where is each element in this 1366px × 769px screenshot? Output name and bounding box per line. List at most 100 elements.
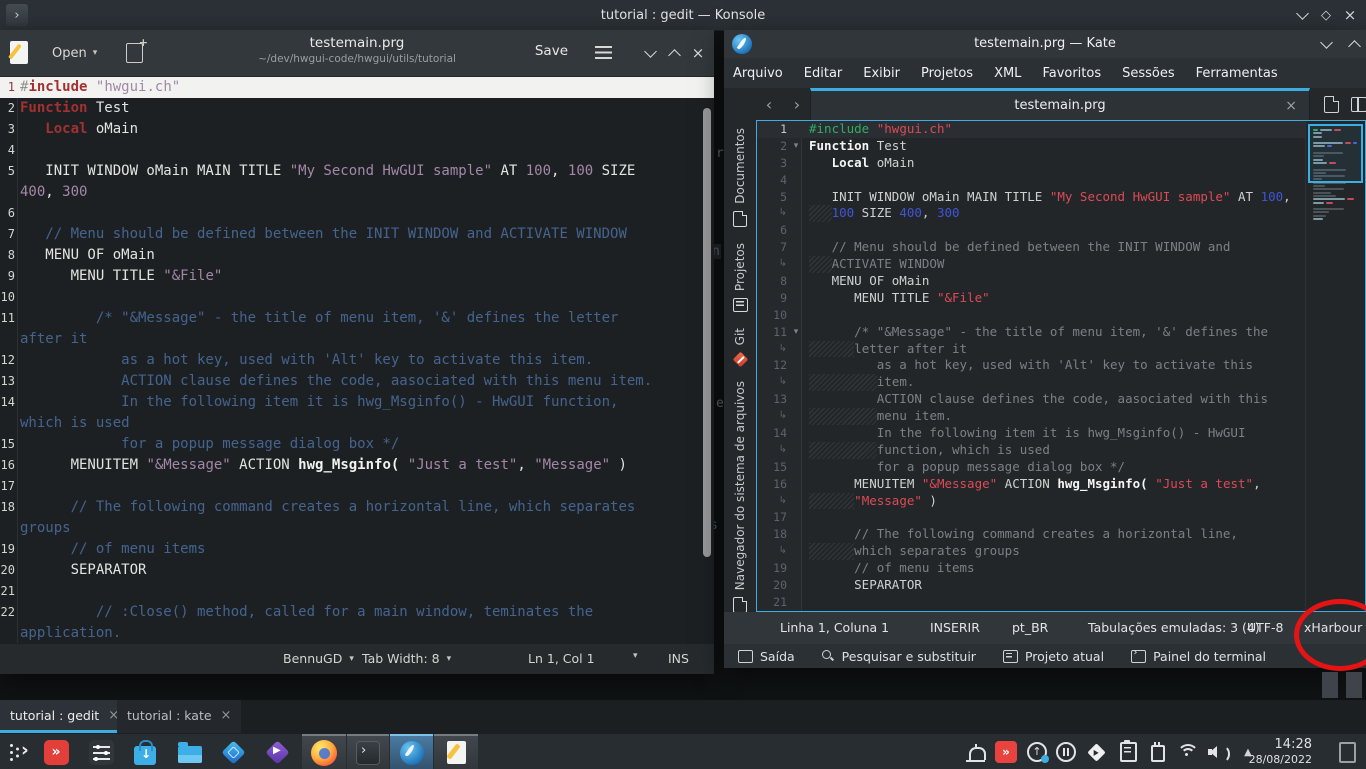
tray-remote-app[interactable]: » — [994, 740, 1018, 764]
cursor-position[interactable]: Ln 1, Col 1 — [528, 651, 595, 666]
insert-mode-indicator[interactable]: INSERIR — [930, 620, 980, 635]
fold-marker-icon[interactable] — [789, 222, 803, 239]
fold-marker-icon[interactable] — [789, 594, 803, 611]
fold-marker-icon[interactable] — [789, 307, 803, 324]
fold-marker-icon[interactable] — [789, 290, 803, 307]
launcher-files[interactable] — [176, 738, 204, 766]
sidebar-tool-list[interactable]: Projetos — [733, 243, 748, 312]
konsole-maximize-button[interactable]: ◇ — [1318, 8, 1334, 22]
tab-close-icon[interactable]: × — [221, 708, 232, 723]
new-document-icon[interactable] — [126, 43, 143, 63]
fold-marker-icon[interactable] — [789, 425, 803, 442]
fold-marker-icon[interactable] — [789, 493, 803, 510]
konsole-tab[interactable]: tutorial : kate× — [117, 700, 241, 733]
tray-clipboard[interactable] — [1116, 740, 1140, 764]
toolview-button[interactable]: Pesquisar e substituir — [822, 649, 976, 664]
fold-marker-icon[interactable] — [789, 172, 803, 189]
task-gedit[interactable] — [434, 734, 478, 769]
gedit-close-button[interactable]: × — [690, 46, 706, 60]
clock[interactable]: 14:28 28/08/2022 — [1249, 737, 1312, 766]
menu-sessões[interactable]: Sessões — [1122, 66, 1175, 81]
fold-marker-icon[interactable] — [789, 459, 803, 476]
tray-updates[interactable]: ↑ — [1025, 740, 1049, 764]
open-button[interactable]: Open ▾ — [44, 41, 105, 65]
fold-marker-icon[interactable] — [789, 374, 803, 391]
tab-settings[interactable]: Tabulações emuladas: 3 (4) — [1088, 620, 1260, 635]
minimap-viewport[interactable] — [1308, 124, 1363, 183]
gedit-scrollbar[interactable] — [703, 108, 711, 557]
fold-marker-icon[interactable] — [789, 442, 803, 459]
konsole-close-button[interactable]: × — [1342, 8, 1358, 22]
fold-marker-icon[interactable] — [789, 509, 803, 526]
fold-marker-icon[interactable] — [789, 526, 803, 543]
menu-favoritos[interactable]: Favoritos — [1042, 66, 1101, 81]
toolview-button[interactable]: Projeto atual — [1003, 649, 1104, 664]
save-button[interactable]: Save — [535, 43, 568, 59]
show-desktop-button[interactable] — [1339, 742, 1356, 763]
fold-marker-icon[interactable] — [789, 256, 803, 273]
fold-marker-icon[interactable] — [789, 155, 803, 172]
sidebar-tool-git[interactable]: Git — [733, 328, 747, 365]
toolview-button[interactable]: Saída — [738, 649, 795, 664]
launcher-settings[interactable] — [87, 738, 115, 766]
tab-width-selector[interactable]: Tab Width: 8 ▾ — [362, 651, 451, 666]
tab-next-button[interactable]: › — [786, 93, 808, 115]
fold-marker-icon[interactable] — [789, 121, 803, 138]
launcher-kodi[interactable] — [219, 738, 247, 766]
fold-marker-icon[interactable] — [789, 577, 803, 594]
gedit-code-area[interactable]: 1#include "hwgui.ch"2Function Test3 Loca… — [0, 77, 714, 644]
statusbar-dropdown[interactable]: ▾ — [633, 651, 638, 661]
sidebar-tool-doc[interactable]: Documentos — [733, 128, 747, 227]
tray-media-pause[interactable] — [1054, 740, 1078, 764]
gedit-maximize-button[interactable] — [666, 46, 682, 60]
hamburger-menu-icon[interactable] — [595, 46, 612, 59]
document-tab[interactable]: testemain.prg × — [810, 88, 1310, 120]
fold-marker-icon[interactable]: ▾ — [789, 324, 803, 341]
menu-xml[interactable]: XML — [994, 66, 1021, 81]
fold-marker-icon[interactable] — [789, 239, 803, 256]
sidebar-tool-page[interactable]: Navegador do sistema de arquivos — [733, 381, 747, 613]
menu-ferramentas[interactable]: Ferramentas — [1196, 66, 1278, 81]
toolview-button[interactable]: Painel do terminal — [1131, 649, 1266, 664]
dictionary-selector[interactable]: pt_BR — [1012, 620, 1048, 635]
tray-usb-device[interactable] — [1146, 740, 1170, 764]
fold-marker-icon[interactable] — [789, 391, 803, 408]
tray-player[interactable] — [1084, 740, 1108, 764]
tray-notifications[interactable] — [965, 740, 989, 764]
menu-editar[interactable]: Editar — [804, 66, 843, 81]
split-view-icon[interactable] — [1351, 97, 1366, 112]
cursor-position[interactable]: Linha 1, Coluna 1 — [780, 620, 889, 635]
kate-maximize-button[interactable] — [1346, 37, 1362, 51]
fold-marker-icon[interactable] — [789, 476, 803, 493]
fold-marker-icon[interactable] — [789, 560, 803, 577]
syntax-selector[interactable]: xHarbour — [1304, 620, 1362, 635]
fold-marker-icon[interactable] — [789, 357, 803, 374]
menu-arquivo[interactable]: Arquivo — [733, 66, 783, 81]
menu-projetos[interactable]: Projetos — [921, 66, 973, 81]
menu-exibir[interactable]: Exibir — [863, 66, 900, 81]
gedit-minimize-button[interactable] — [642, 46, 658, 60]
fold-marker-icon[interactable] — [789, 273, 803, 290]
tab-close-icon[interactable]: × — [1285, 98, 1297, 114]
fold-marker-icon[interactable] — [789, 189, 803, 206]
fold-marker-icon[interactable] — [789, 543, 803, 560]
app-launcher-button[interactable] — [6, 738, 34, 766]
launcher-media[interactable]: ▶ — [263, 738, 291, 766]
kate-code-area[interactable]: 1#include "hwgui.ch"2▾Function Test3 Loc… — [757, 121, 1306, 611]
launcher-discover[interactable] — [131, 738, 159, 766]
task-firefox[interactable] — [302, 734, 346, 769]
task-kate[interactable] — [390, 734, 433, 769]
konsole-tab[interactable]: tutorial : gedit× — [0, 700, 129, 733]
insert-mode-indicator[interactable]: INS — [668, 651, 689, 666]
tray-network[interactable] — [1175, 740, 1199, 764]
language-selector[interactable]: BennuGD ▾ — [283, 651, 354, 666]
launcher-remote-app[interactable]: » — [42, 738, 70, 766]
kate-minimize-button[interactable] — [1318, 37, 1334, 51]
task-konsole[interactable]: › — [347, 734, 389, 769]
fold-marker-icon[interactable] — [789, 205, 803, 222]
fold-marker-icon[interactable] — [789, 341, 803, 358]
fold-marker-icon[interactable] — [789, 408, 803, 425]
fold-marker-icon[interactable]: ▾ — [789, 138, 803, 155]
tray-volume[interactable] — [1206, 740, 1230, 764]
tab-prev-button[interactable]: ‹ — [758, 93, 780, 115]
